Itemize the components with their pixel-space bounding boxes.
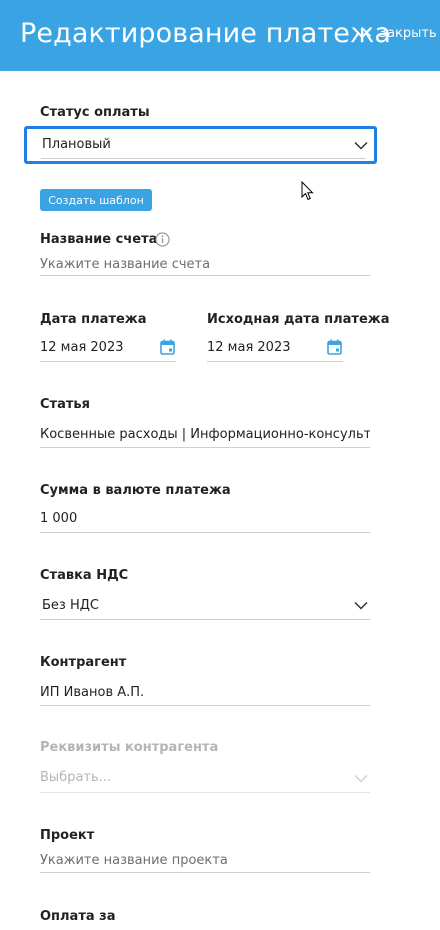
info-icon[interactable]	[155, 232, 170, 247]
counterparty-details-underline	[40, 792, 370, 793]
select-underline	[41, 158, 366, 159]
invoice-name-input[interactable]: Укажите название счета	[40, 257, 210, 272]
vat-rate-label: Ставка НДС	[40, 568, 129, 583]
edit-payment-panel: Редактирование платежа × Закрыть Статус …	[0, 0, 440, 930]
counterparty-input[interactable]: ИП Иванов А.П.	[40, 685, 144, 700]
close-button[interactable]: × Закрыть	[361, 26, 437, 40]
counterparty-details-select: Выбрать...	[40, 770, 112, 785]
invoice-name-underline	[40, 275, 370, 276]
close-label[interactable]: Закрыть	[379, 27, 437, 40]
payment-status-value: Плановый	[42, 137, 111, 152]
article-label: Статья	[40, 397, 90, 412]
calendar-icon[interactable]	[160, 339, 175, 355]
project-input[interactable]: Укажите название проекта	[40, 853, 228, 868]
payment-status-label: Статус оплаты	[40, 105, 150, 120]
project-underline	[40, 872, 370, 873]
chevron-down-icon[interactable]	[354, 141, 368, 150]
article-input[interactable]: Косвенные расходы | Информационно-консул…	[40, 427, 370, 442]
payment-for-label: Оплата за	[40, 909, 116, 924]
counterparty-details-label: Реквизиты контрагента	[40, 740, 219, 755]
counterparty-label: Контрагент	[40, 655, 127, 670]
chevron-down-icon[interactable]	[354, 601, 368, 610]
panel-header: Редактирование платежа × Закрыть	[0, 0, 440, 71]
vat-rate-select[interactable]: Без НДС	[42, 598, 99, 613]
original-payment-date-label: Исходная дата платежа	[207, 312, 390, 327]
amount-input[interactable]: 1 000	[40, 511, 77, 526]
invoice-name-label: Название счета	[40, 232, 158, 247]
payment-status-select[interactable]: Плановый	[24, 126, 377, 164]
project-label: Проект	[40, 828, 95, 843]
original-payment-date-underline	[207, 361, 343, 362]
payment-date-label: Дата платежа	[40, 312, 147, 327]
amount-underline	[40, 532, 370, 533]
close-icon[interactable]: ×	[361, 26, 373, 40]
counterparty-underline	[40, 705, 370, 706]
original-payment-date-input[interactable]: 12 мая 2023	[207, 340, 290, 355]
calendar-icon[interactable]	[327, 339, 342, 355]
payment-date-input[interactable]: 12 мая 2023	[40, 340, 123, 355]
payment-date-underline	[40, 361, 176, 362]
article-underline	[40, 447, 370, 448]
page-title: Редактирование платежа	[20, 18, 392, 49]
mouse-cursor-icon	[301, 181, 314, 201]
chevron-down-icon	[354, 774, 368, 783]
vat-rate-underline	[40, 619, 370, 620]
create-template-button[interactable]: Создать шаблон	[40, 189, 152, 211]
amount-label: Сумма в валюте платежа	[40, 483, 231, 498]
